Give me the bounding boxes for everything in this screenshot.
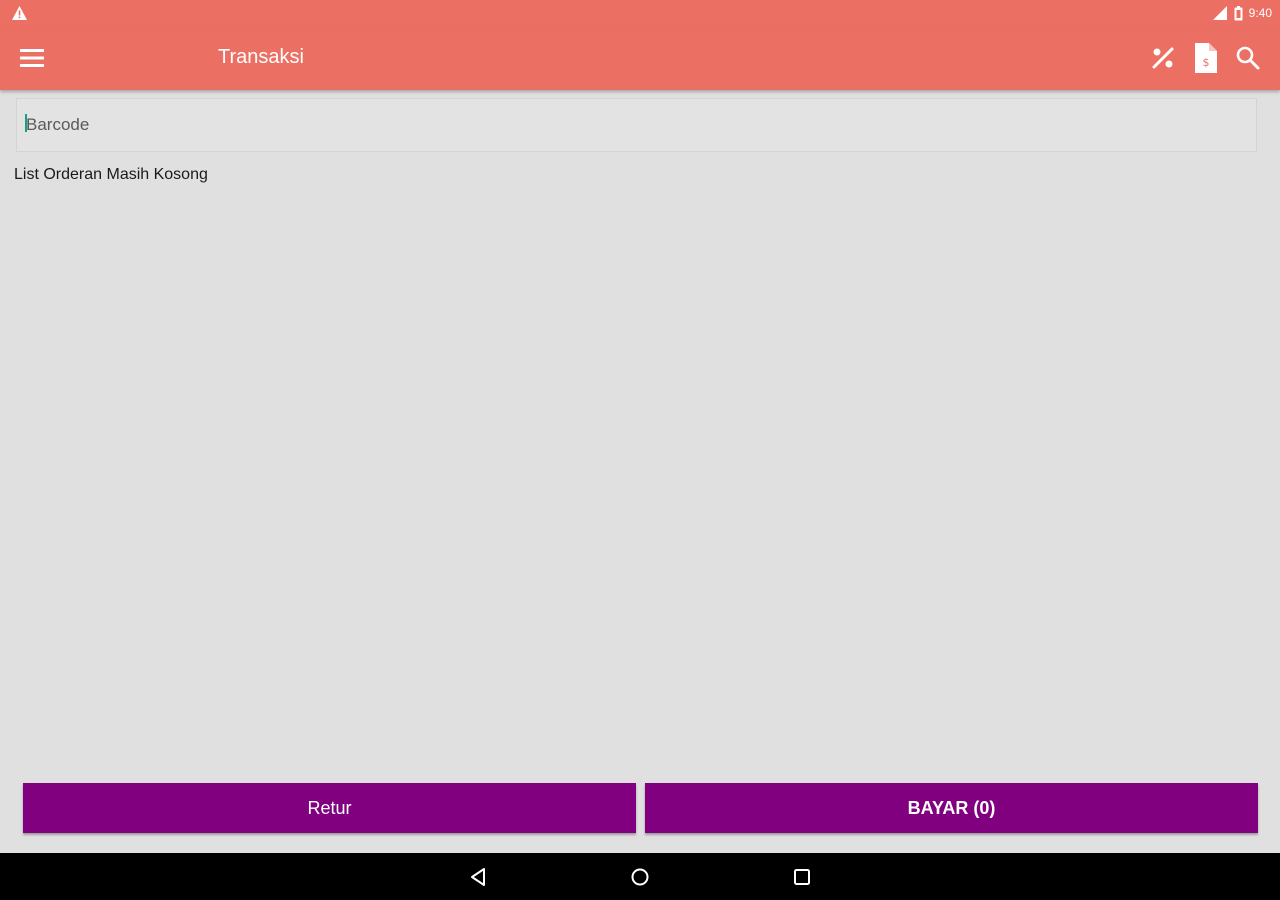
bayar-button[interactable]: BAYAR (0)	[645, 783, 1258, 833]
home-icon	[631, 868, 649, 886]
discount-button[interactable]	[1145, 40, 1181, 76]
empty-order-message: List Orderan Masih Kosong	[14, 166, 208, 183]
back-icon	[471, 868, 485, 886]
hamburger-menu-icon[interactable]	[16, 44, 48, 72]
page-title: Transaksi	[218, 46, 304, 68]
invoice-icon: $	[1195, 43, 1217, 73]
status-right: 9:40	[1212, 4, 1272, 22]
discount-icon	[1152, 47, 1174, 69]
navigation-bar	[0, 853, 1280, 900]
status-bar: 9:40	[0, 0, 1280, 26]
svg-text:$: $	[1203, 56, 1210, 69]
recent-apps-button[interactable]	[788, 863, 816, 891]
signal-icon	[1212, 6, 1227, 20]
main-content: List Orderan Masih Kosong Retur BAYAR (0…	[0, 90, 1280, 853]
status-time: 9:40	[1248, 6, 1272, 20]
battery-icon	[1234, 5, 1243, 20]
search-icon	[1236, 46, 1260, 70]
retur-button[interactable]: Retur	[23, 783, 636, 833]
warning-icon	[12, 6, 27, 20]
recent-apps-icon	[794, 869, 810, 885]
home-button[interactable]	[626, 863, 654, 891]
app-bar: Transaksi $	[0, 26, 1280, 90]
text-cursor	[25, 114, 27, 132]
search-button[interactable]	[1230, 40, 1266, 76]
invoice-button[interactable]: $	[1188, 40, 1224, 76]
barcode-input[interactable]	[16, 98, 1257, 152]
back-button[interactable]	[465, 863, 493, 891]
